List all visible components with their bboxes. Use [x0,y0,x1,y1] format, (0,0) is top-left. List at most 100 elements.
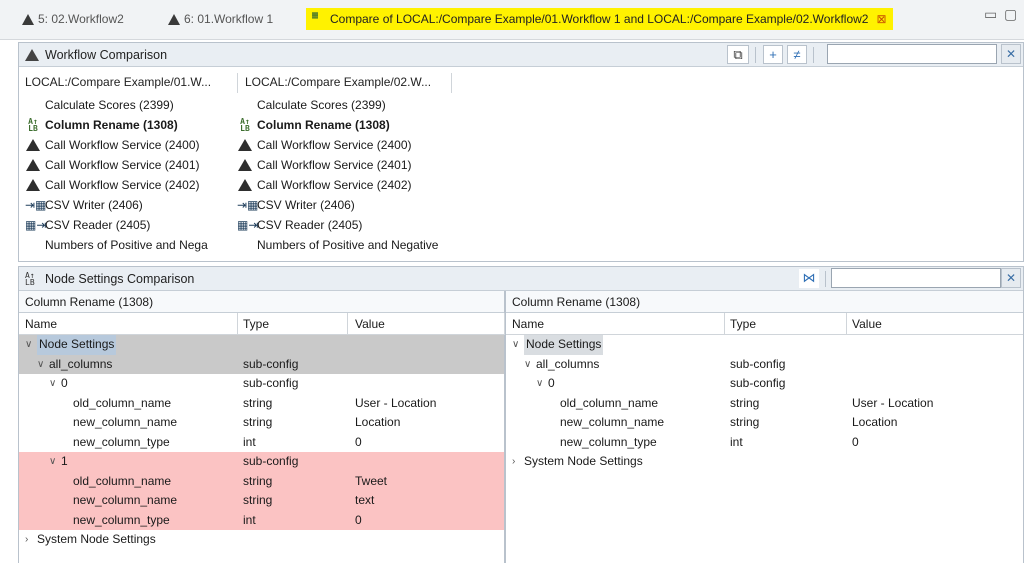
settings-row[interactable]: ∨ all_columns sub-config [506,355,1023,375]
collapsed-chevron-icon[interactable]: › [512,452,522,472]
expand-chevron-icon[interactable]: ∨ [524,355,534,375]
tab-compare[interactable]: ▦ Compare of LOCAL:/Compare Example/01.W… [306,8,893,30]
settings-row[interactable]: › System Node Settings [19,530,504,550]
settings-row[interactable]: ∨ 1 sub-config [19,452,504,472]
settings-row[interactable]: › System Node Settings [506,452,1023,472]
settings-row[interactable]: ∨ 0 sub-config [506,374,1023,394]
workflow-node-item[interactable]: Calculate Scores (2399) [237,95,386,115]
right-node-heading: Column Rename (1308) [506,291,1023,313]
workflow-node-item[interactable]: Call Workflow Service (2402) [237,175,412,195]
setting-name: System Node Settings [37,532,156,546]
node-label: CSV Reader (2405) [257,218,363,232]
right-settings-tree: Column Rename (1308) Name Type Value ∨ No… [505,291,1024,563]
settings-row[interactable]: old_column_name string User - Location [506,394,1023,414]
setting-name: old_column_name [560,395,659,410]
workflow-node-item[interactable]: Numbers of Positive and Negative [237,235,438,255]
settings-row[interactable]: ∨ 0 sub-config [19,374,504,394]
node-label: Calculate Scores (2399) [45,98,174,112]
workflow-node-item[interactable]: Call Workflow Service (2400) [237,135,412,155]
settings-row[interactable]: new_column_type int 0 [506,433,1023,453]
left-workflow-column-header[interactable]: LOCAL:/Compare Example/01.W... [25,75,211,89]
maximize-icon[interactable]: ▢ [1004,6,1017,23]
column-divider [724,313,725,335]
workflow-node-item[interactable]: A↑ LB Column Rename (1308) [237,115,390,135]
expand-chevron-icon[interactable]: ∨ [536,374,546,394]
tab-label: 6: 01.Workflow 1 [184,12,274,26]
setting-name: new_column_name [73,415,178,429]
type-column-header[interactable]: Type [730,313,756,335]
close-tab-icon[interactable]: ⊠ [876,8,886,30]
workflow-node-item[interactable]: Call Workflow Service (2400) [25,135,200,155]
setting-value: Location [852,415,898,429]
expand-chevron-icon[interactable]: ∨ [49,374,59,394]
value-column-header[interactable]: Value [852,313,882,335]
setting-type: int [243,434,256,449]
clear-search-icon[interactable]: ✕ [1001,44,1021,64]
expand-chevron-icon[interactable]: ∨ [512,335,522,355]
workflow-node-item[interactable]: Call Workflow Service (2401) [25,155,200,175]
column-divider [347,313,348,335]
setting-name: Node Settings [524,335,604,355]
setting-value: User - Location [852,395,934,410]
add-icon[interactable]: + [763,45,783,64]
value-column-header[interactable]: Value [355,313,385,335]
column-divider [237,313,238,335]
settings-row[interactable]: ∨ all_columns sub-config [19,354,504,375]
workflow-node-item[interactable]: ▦⇥ CSV Reader (2405) [25,215,150,235]
right-workflow-column-header[interactable]: LOCAL:/Compare Example/02.W... [245,75,431,89]
name-column-header[interactable]: Name [512,313,544,335]
column-divider [451,73,452,93]
settings-row[interactable]: ∨ Node Settings [19,335,504,355]
type-column-header[interactable]: Type [243,313,269,335]
expand-chevron-icon[interactable]: ∨ [49,452,59,472]
settings-search-input[interactable] [831,268,1001,288]
node-label: Call Workflow Service (2401) [257,158,412,172]
setting-type: sub-config [243,376,299,390]
setting-type: sub-config [730,356,786,371]
workflow-node-item[interactable]: ⇥▦ CSV Writer (2406) [25,195,143,215]
node-label: Calculate Scores (2399) [257,98,386,112]
workflow-search-input[interactable] [827,44,997,64]
settings-row[interactable]: new_column_type int 0 [19,510,504,530]
node-label: Numbers of Positive and Negative [257,238,439,252]
expand-chevron-icon[interactable]: ∨ [37,355,47,375]
setting-name: old_column_name [73,395,172,410]
settings-row[interactable]: new_column_name string text [19,491,504,511]
setting-type: int [243,512,256,527]
minimize-icon[interactable]: ▭ [984,6,997,23]
divider [813,47,814,63]
setting-value: 0 [355,434,362,449]
left-node-heading: Column Rename (1308) [19,291,504,313]
workflow-service-icon [237,135,253,155]
node-label: Call Workflow Service (2400) [45,138,200,152]
expand-chevron-icon[interactable]: ∨ [25,335,35,355]
settings-row[interactable]: old_column_name string Tweet [19,471,504,491]
workflow-node-item[interactable]: ⇥▦ CSV Writer (2406) [237,195,355,215]
tab-label: Compare of LOCAL:/Compare Example/01.Wor… [330,12,869,26]
settings-row[interactable]: new_column_name string Location [506,413,1023,433]
settings-row[interactable]: old_column_name string User - Location [19,394,504,414]
settings-row[interactable]: ∨ Node Settings [506,335,1023,355]
tab-workflow1[interactable]: 6: 01.Workflow 1 [168,8,273,30]
tab-workflow2[interactable]: 5: 02.Workflow2 [22,8,124,30]
setting-value: Location [355,415,401,429]
sync-scroll-icon[interactable]: ⋈ [799,269,819,288]
workflow-node-item[interactable]: A↑ LB Column Rename (1308) [25,115,178,135]
settings-row[interactable]: new_column_type int 0 [19,433,504,453]
workflow-node-item[interactable]: Call Workflow Service (2401) [237,155,412,175]
workflow-service-icon [237,175,253,195]
workflow-node-item[interactable]: Calculate Scores (2399) [25,95,174,115]
help-filter-icon[interactable]: ⧉ [727,45,749,64]
name-column-header[interactable]: Name [25,313,57,335]
workflow-node-item[interactable]: Call Workflow Service (2402) [25,175,200,195]
column-rename-icon: A↑ LB [240,117,250,133]
not-equal-icon[interactable]: ≠ [787,45,807,64]
editor-tab-bar: 5: 02.Workflow2 6: 01.Workflow 1 ▦ Compa… [0,0,1024,40]
workflow-node-item[interactable]: ▦⇥ CSV Reader (2405) [237,215,362,235]
collapsed-chevron-icon[interactable]: › [25,530,35,550]
setting-name: Node Settings [37,335,117,355]
workflow-node-item[interactable]: Numbers of Positive and Nega [25,235,208,255]
clear-search-icon[interactable]: ✕ [1001,268,1021,288]
setting-name: new_column_type [560,434,657,449]
settings-row[interactable]: new_column_name string Location [19,413,504,433]
